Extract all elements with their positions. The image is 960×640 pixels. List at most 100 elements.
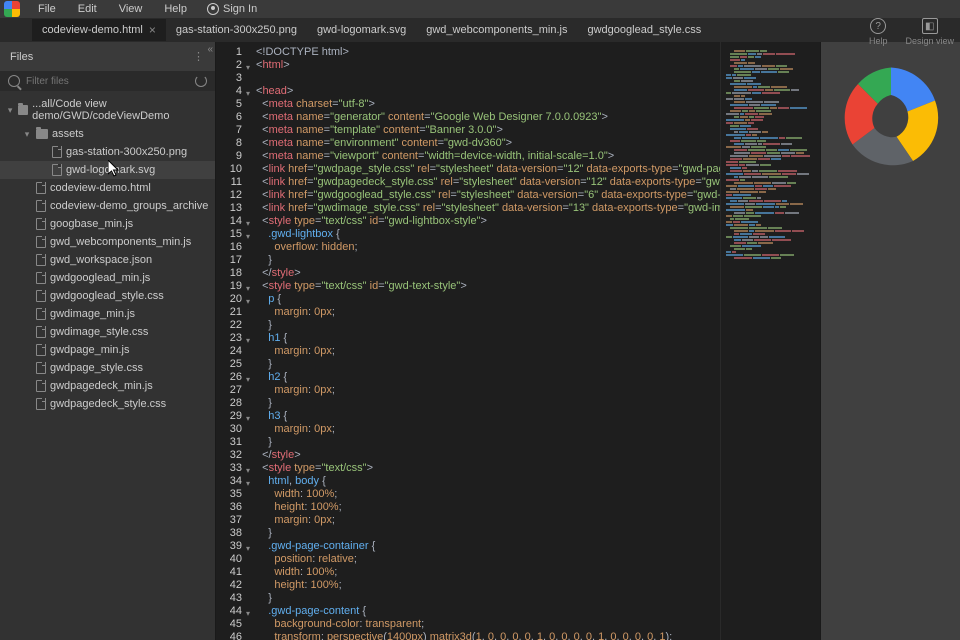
code-line[interactable]: }	[256, 358, 712, 371]
menu-view[interactable]: View	[109, 1, 153, 17]
code-line[interactable]: }	[256, 592, 712, 605]
code-line[interactable]: }	[256, 397, 712, 410]
tree-item[interactable]: gwdimage_min.js	[0, 305, 215, 323]
code-line[interactable]: h1 {	[256, 332, 712, 345]
fold-icon[interactable]: ▾	[242, 282, 250, 290]
code-line[interactable]: p {	[256, 293, 712, 306]
code-line[interactable]: width: 100%;	[256, 566, 712, 579]
fold-icon[interactable]: ▾	[242, 373, 250, 381]
code-line[interactable]: background-color: transparent;	[256, 618, 712, 631]
code-line[interactable]: <meta name="template" content="Banner 3.…	[256, 124, 712, 137]
line-number: 24	[216, 345, 242, 358]
fold-icon[interactable]: ▾	[242, 217, 250, 225]
refresh-icon[interactable]	[195, 75, 207, 87]
code-line[interactable]: .gwd-lightbox {	[256, 228, 712, 241]
tree-item[interactable]: gwdpage_style.css	[0, 359, 215, 377]
code-line[interactable]: </style>	[256, 267, 712, 280]
collapse-panel-icon[interactable]: «	[207, 44, 213, 55]
tree-item-label: codeview-demo_groups_archive	[50, 200, 208, 212]
tab[interactable]: gas-station-300x250.png	[166, 20, 307, 40]
code-line[interactable]: overflow: hidden;	[256, 241, 712, 254]
tree-item[interactable]: gwdpagedeck_min.js	[0, 377, 215, 395]
panel-title: Files	[10, 51, 33, 63]
code-line[interactable]: <meta charset="utf-8">	[256, 98, 712, 111]
close-icon[interactable]: ×	[149, 23, 156, 37]
tree-item[interactable]: gwdpagedeck_style.css	[0, 395, 215, 413]
code-line[interactable]: .gwd-page-content {	[256, 605, 712, 618]
code-line[interactable]: }	[256, 319, 712, 332]
help-button[interactable]: ? Help	[869, 18, 888, 46]
fold-icon[interactable]: ▾	[242, 464, 250, 472]
code-line[interactable]: margin: 0px;	[256, 423, 712, 436]
design-view-button[interactable]: ◧ Design view	[905, 18, 954, 46]
code-line[interactable]: <link href="gwdimage_style.css" rel="sty…	[256, 202, 712, 215]
code-line[interactable]: <link href="gwdpagedeck_style.css" rel="…	[256, 176, 712, 189]
tree-item[interactable]: codeview-demo.html	[0, 179, 215, 197]
code-line[interactable]: <head>	[256, 85, 712, 98]
tab[interactable]: gwd-logomark.svg	[307, 20, 416, 40]
minimap[interactable]	[720, 42, 820, 640]
code-line[interactable]: margin: 0px;	[256, 345, 712, 358]
tree-item[interactable]: gas-station-300x250.png	[0, 143, 215, 161]
tree-item[interactable]: gwd_webcomponents_min.js	[0, 233, 215, 251]
tree-item[interactable]: gwdpage_min.js	[0, 341, 215, 359]
code-line[interactable]: <style type="text/css" id="gwd-lightbox-…	[256, 215, 712, 228]
code-line[interactable]: height: 100%;	[256, 501, 712, 514]
code-line[interactable]: position: relative;	[256, 553, 712, 566]
code-line[interactable]: margin: 0px;	[256, 306, 712, 319]
code-line[interactable]: <html>	[256, 59, 712, 72]
menu-edit[interactable]: Edit	[68, 1, 107, 17]
code-editor[interactable]: 12▾34▾567891011121314▾15▾16171819▾20▾212…	[216, 42, 820, 640]
code-line[interactable]	[256, 72, 712, 85]
fold-icon[interactable]: ▾	[242, 61, 250, 69]
filter-input[interactable]	[26, 76, 189, 87]
code-line[interactable]: <!DOCTYPE html>	[256, 46, 712, 59]
code-line[interactable]: width: 100%;	[256, 488, 712, 501]
code-line[interactable]: h2 {	[256, 371, 712, 384]
code-content[interactable]: <!DOCTYPE html><html> <head> <meta charse…	[248, 42, 720, 640]
code-line[interactable]: }	[256, 527, 712, 540]
fold-icon[interactable]: ▾	[242, 412, 250, 420]
panel-menu-icon[interactable]: ⋮	[193, 50, 205, 63]
code-line[interactable]: h3 {	[256, 410, 712, 423]
code-line[interactable]: <meta name="viewport" content="width=dev…	[256, 150, 712, 163]
code-line[interactable]: margin: 0px;	[256, 514, 712, 527]
code-line[interactable]: <style type="text/css">	[256, 462, 712, 475]
tree-item[interactable]: gwdgooglead_style.css	[0, 287, 215, 305]
code-line[interactable]: <link href="gwdgooglead_style.css" rel="…	[256, 189, 712, 202]
code-line[interactable]: </style>	[256, 449, 712, 462]
code-line[interactable]: <style type="text/css" id="gwd-text-styl…	[256, 280, 712, 293]
code-line[interactable]: margin: 0px;	[256, 384, 712, 397]
tree-item[interactable]: codeview-demo_groups_archive	[0, 197, 215, 215]
fold-icon[interactable]: ▾	[242, 542, 250, 550]
menu-file[interactable]: File	[28, 1, 66, 17]
code-line[interactable]: height: 100%;	[256, 579, 712, 592]
code-line[interactable]: .gwd-page-container {	[256, 540, 712, 553]
tab[interactable]: gwdgooglead_style.css	[578, 20, 712, 40]
fold-icon[interactable]: ▾	[242, 87, 250, 95]
code-line[interactable]: html, body {	[256, 475, 712, 488]
code-line[interactable]: }	[256, 436, 712, 449]
tree-item[interactable]: ▾assets	[0, 125, 215, 143]
menu-help[interactable]: Help	[154, 1, 197, 17]
preview-panel	[820, 42, 960, 640]
tab[interactable]: gwd_webcomponents_min.js	[416, 20, 577, 40]
tree-item[interactable]: gwdgooglead_min.js	[0, 269, 215, 287]
fold-icon[interactable]: ▾	[242, 607, 250, 615]
signin-button[interactable]: Sign In	[207, 3, 257, 15]
tree-item[interactable]: googbase_min.js	[0, 215, 215, 233]
code-line[interactable]: <meta name="environment" content="gwd-dv…	[256, 137, 712, 150]
tree-item[interactable]: gwd_workspace.json	[0, 251, 215, 269]
code-line[interactable]: <meta name="generator" content="Google W…	[256, 111, 712, 124]
tab[interactable]: codeview-demo.html×	[32, 19, 166, 41]
code-line[interactable]: transform: perspective(1400px) matrix3d(…	[256, 631, 712, 640]
tree-item[interactable]: ▾...all/Code view demo/GWD/codeViewDemo	[0, 95, 215, 125]
fold-icon[interactable]: ▾	[242, 477, 250, 485]
tree-item[interactable]: gwdimage_style.css	[0, 323, 215, 341]
code-line[interactable]: <link href="gwdpage_style.css" rel="styl…	[256, 163, 712, 176]
code-line[interactable]: }	[256, 254, 712, 267]
fold-icon[interactable]: ▾	[242, 230, 250, 238]
fold-icon[interactable]: ▾	[242, 295, 250, 303]
fold-icon[interactable]: ▾	[242, 334, 250, 342]
tree-item[interactable]: gwd-logomark.svg	[0, 161, 215, 179]
